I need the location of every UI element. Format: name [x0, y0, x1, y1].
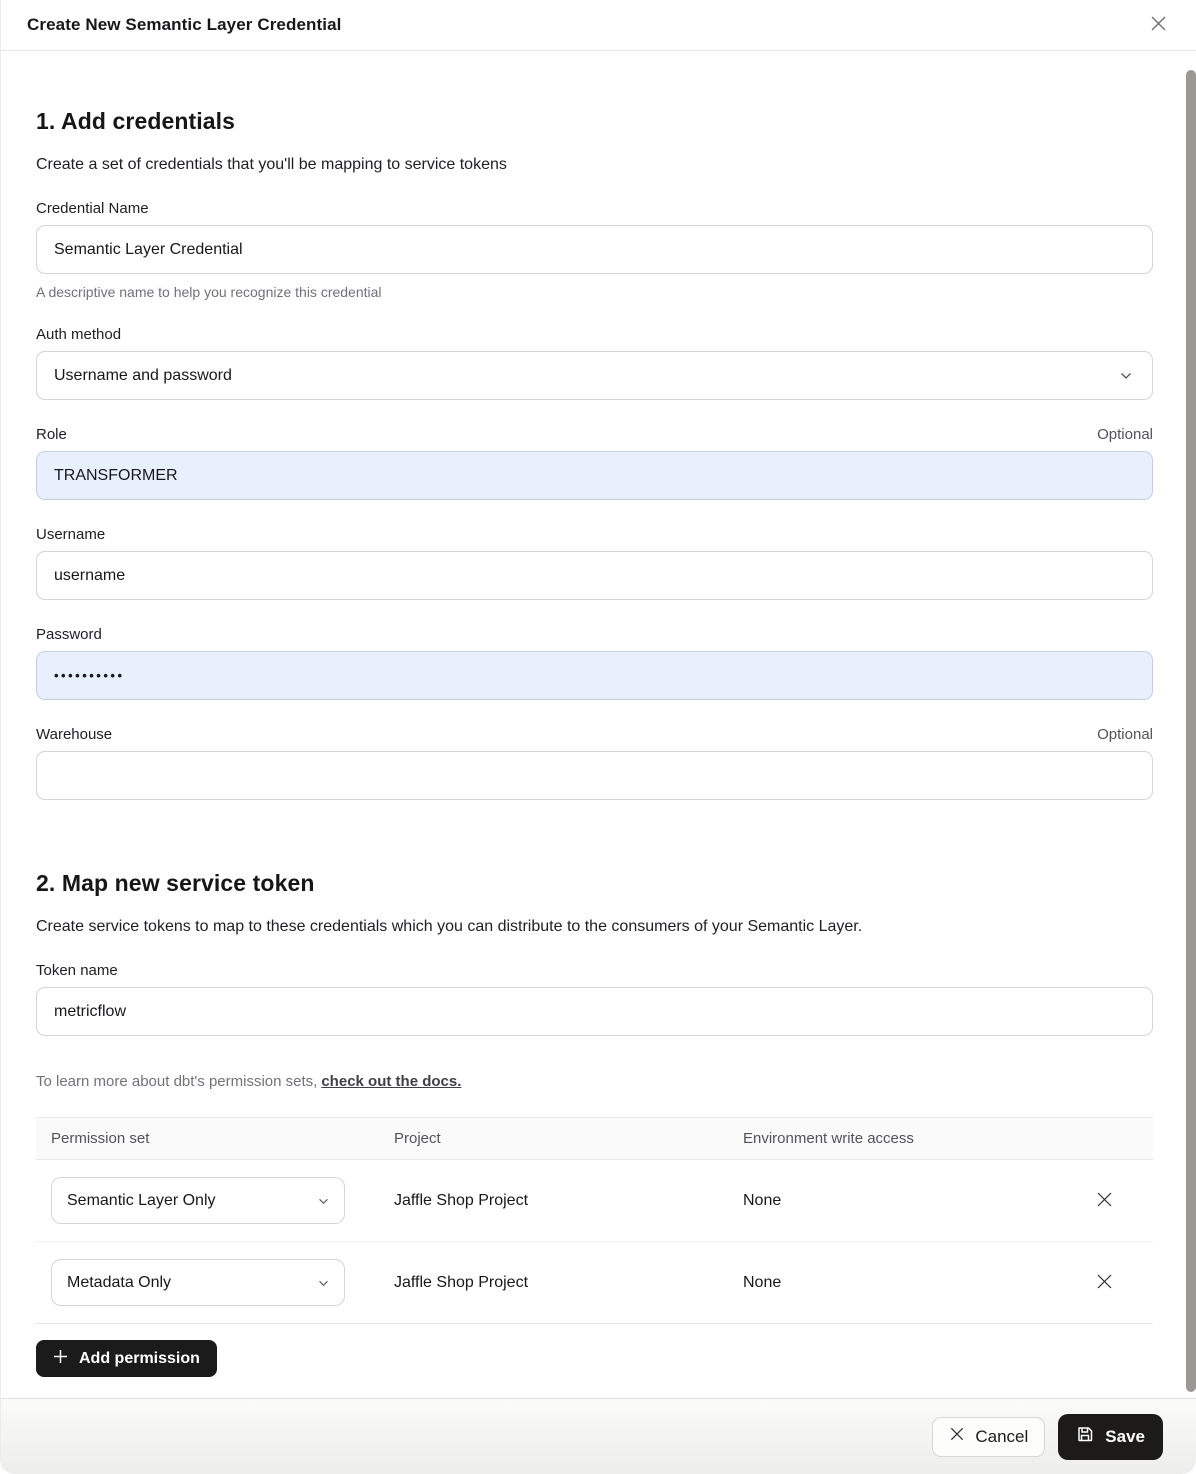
warehouse-label: Warehouse: [36, 726, 112, 743]
username-input[interactable]: [36, 551, 1153, 600]
token-name-field-group: Token name: [36, 962, 1153, 1036]
permission-docs-line: To learn more about dbt's permission set…: [36, 1073, 1153, 1090]
table-row: Metadata Only Jaffle Shop Project None: [36, 1242, 1153, 1324]
username-label: Username: [36, 526, 105, 543]
warehouse-input[interactable]: [36, 751, 1153, 800]
username-field-group: Username: [36, 526, 1153, 600]
remove-row-button[interactable]: [1089, 1268, 1119, 1298]
token-name-label: Token name: [36, 962, 118, 979]
close-icon: [1150, 15, 1167, 35]
role-optional-badge: Optional: [1097, 426, 1153, 443]
chevron-down-icon: [1120, 367, 1132, 385]
password-field-group: Password: [36, 626, 1153, 700]
section1-description: Create a set of credentials that you'll …: [36, 156, 1153, 174]
password-label: Password: [36, 626, 102, 643]
permission-set-select-row1[interactable]: Semantic Layer Only: [51, 1177, 345, 1224]
col-header-env-write: Environment write access: [743, 1130, 1089, 1147]
env-write-cell: None: [743, 1192, 1089, 1210]
env-write-cell: None: [743, 1274, 1089, 1292]
permission-set-value: Semantic Layer Only: [67, 1192, 216, 1210]
save-button[interactable]: Save: [1058, 1414, 1163, 1460]
permission-table: Permission set Project Environment write…: [36, 1117, 1153, 1324]
scrollbar-thumb[interactable]: [1186, 70, 1196, 1392]
project-cell: Jaffle Shop Project: [394, 1274, 743, 1292]
close-button[interactable]: [1144, 11, 1172, 39]
docs-text: To learn more about dbt's permission set…: [36, 1073, 317, 1090]
plus-icon: [53, 1349, 68, 1369]
permission-set-select-row2[interactable]: Metadata Only: [51, 1259, 345, 1306]
remove-row-button[interactable]: [1089, 1186, 1119, 1216]
modal-header: Create New Semantic Layer Credential: [1, 0, 1196, 51]
credential-name-field-group: Credential Name A descriptive name to he…: [36, 200, 1153, 300]
remove-x-icon: [1096, 1273, 1113, 1293]
permission-set-value: Metadata Only: [67, 1274, 171, 1292]
create-credential-modal: Create New Semantic Layer Credential 1. …: [0, 0, 1196, 1474]
add-permission-label: Add permission: [79, 1350, 200, 1368]
role-field-group: Role Optional: [36, 426, 1153, 500]
auth-method-field-group: Auth method Username and password: [36, 326, 1153, 400]
section2-heading: 2. Map new service token: [36, 870, 1153, 897]
credential-name-helper: A descriptive name to help you recognize…: [36, 284, 1153, 300]
auth-method-label: Auth method: [36, 326, 121, 343]
save-label: Save: [1105, 1427, 1145, 1447]
cancel-button[interactable]: Cancel: [932, 1417, 1045, 1457]
warehouse-field-group: Warehouse Optional: [36, 726, 1153, 800]
docs-link[interactable]: check out the docs.: [321, 1073, 461, 1090]
save-floppy-icon: [1076, 1425, 1094, 1448]
credential-name-input[interactable]: [36, 225, 1153, 274]
modal-title: Create New Semantic Layer Credential: [27, 15, 341, 35]
password-input[interactable]: [36, 651, 1153, 700]
credential-name-label: Credential Name: [36, 200, 149, 217]
project-cell: Jaffle Shop Project: [394, 1192, 743, 1210]
modal-content: 1. Add credentials Create a set of crede…: [1, 108, 1196, 1377]
chevron-down-icon: [318, 1192, 329, 1210]
table-row: Semantic Layer Only Jaffle Shop Project …: [36, 1160, 1153, 1242]
col-header-permission-set: Permission set: [51, 1130, 394, 1147]
warehouse-optional-badge: Optional: [1097, 726, 1153, 743]
cancel-x-icon: [949, 1426, 965, 1447]
token-name-input[interactable]: [36, 987, 1153, 1036]
auth-method-value: Username and password: [54, 367, 232, 385]
section1-heading: 1. Add credentials: [36, 108, 1153, 135]
modal-footer: Cancel Save: [1, 1398, 1196, 1474]
permission-table-header: Permission set Project Environment write…: [36, 1117, 1153, 1160]
add-permission-button[interactable]: Add permission: [36, 1340, 217, 1377]
col-header-project: Project: [394, 1130, 743, 1147]
section2-description: Create service tokens to map to these cr…: [36, 918, 1153, 936]
chevron-down-icon: [318, 1274, 329, 1292]
remove-x-icon: [1096, 1191, 1113, 1211]
cancel-label: Cancel: [975, 1427, 1028, 1447]
role-input[interactable]: [36, 451, 1153, 500]
role-label: Role: [36, 426, 67, 443]
auth-method-select[interactable]: Username and password: [36, 351, 1153, 400]
